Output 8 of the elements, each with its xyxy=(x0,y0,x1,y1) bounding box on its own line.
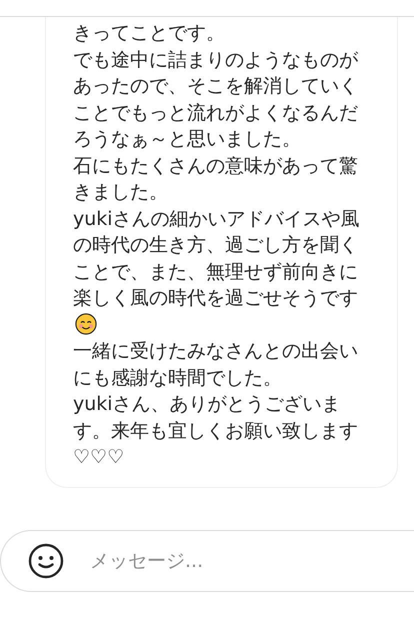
message-text: 一緒に受けたみなさんとの出会いにも感謝な時間でした。 xyxy=(73,339,359,390)
message-text: でも途中に詰まりのようなものがあったので、そこを解消していくことでもっと流れがよくなるんだろうなぁ～と思いました。 xyxy=(73,48,360,152)
message-text: yukiさん、ありがとうございます。来年も宜しくお願い致します♡♡♡ xyxy=(73,392,359,470)
emoji-icon[interactable] xyxy=(28,542,64,578)
message-text: きってことです。 xyxy=(73,21,226,46)
message-text: 石にもたくさんの意味があって驚きました。 xyxy=(73,154,359,205)
message-text: yukiさんの細かいアドバイスや風の時代の生き方、過ごし方を聞くことで、また、無理せず前向きに楽しく風の時代を過ごせそうです xyxy=(73,206,373,338)
message-field[interactable]: メッセージ... xyxy=(90,550,370,572)
